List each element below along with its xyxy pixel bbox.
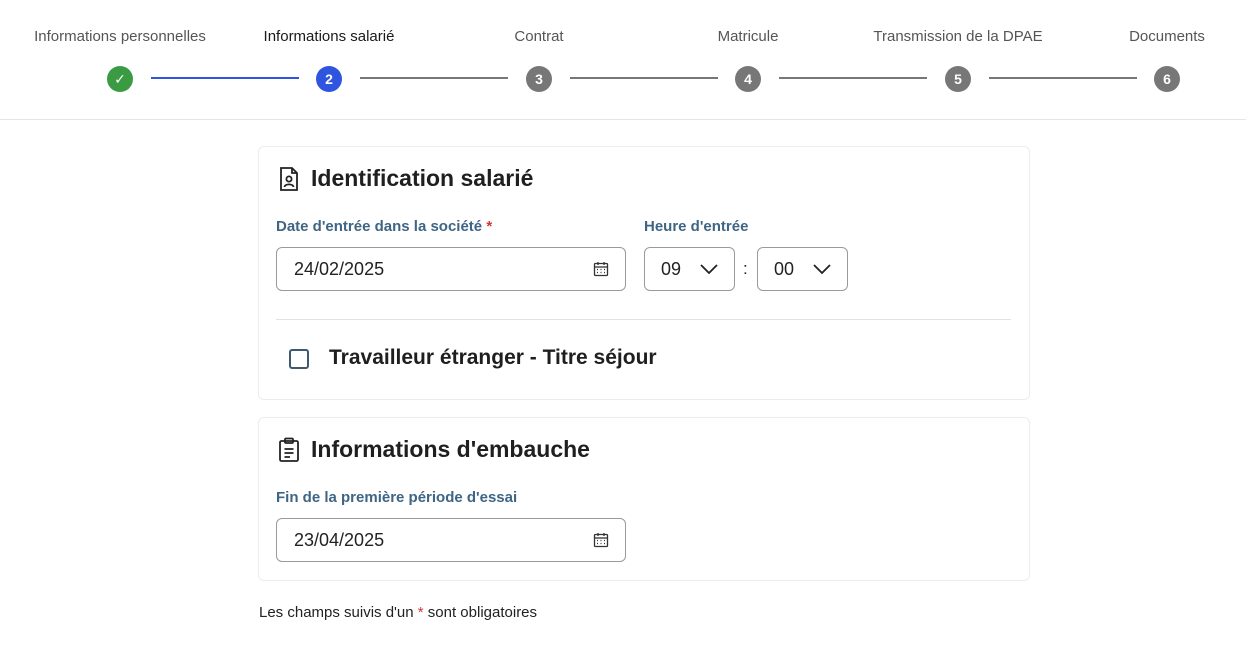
hour-value: 09 [661,258,682,279]
step-4-badge[interactable]: 4 [735,66,761,92]
identification-title-text: Identification salarié [311,165,534,191]
clipboard-icon [279,437,299,462]
entry-date-input[interactable]: 24/02/2025 [276,247,626,291]
entry-date-label-text: Date d'entrée dans la société [276,218,483,235]
embauche-title-text: Informations d'embauche [311,436,590,462]
embauche-title: Informations d'embauche [277,436,590,463]
entry-date-value: 24/02/2025 [294,258,385,279]
stepper: Informations personnelles Informations s… [0,0,1246,120]
step-label-informations-salarie[interactable]: Informations salarié [264,28,395,45]
id-badge-icon [280,166,298,191]
trial-end-date-input[interactable]: 23/04/2025 [276,518,626,562]
trial-end-label: Fin de la première période d'essai [276,489,518,506]
embauche-card: Informations d'embauche Fin de la premiè… [258,417,1030,581]
step-connector [779,77,927,79]
identification-title: Identification salarié [277,165,533,192]
hour-select[interactable]: 09 [644,247,735,291]
trial-end-value: 23/04/2025 [294,529,385,550]
step-connector [989,77,1137,79]
identification-card: Identification salarié Date d'entrée dan… [258,146,1030,400]
step-label-matricule[interactable]: Matricule [718,28,779,45]
step-2-badge[interactable]: 2 [316,66,342,92]
minute-value: 00 [774,258,795,279]
required-fields-note: Les champs suivis d'un * sont obligatoir… [259,604,537,621]
step-connector [570,77,718,79]
entry-date-label: Date d'entrée dans la société * [276,218,492,235]
step-label-documents[interactable]: Documents [1129,28,1205,45]
required-asterisk: * [486,218,493,235]
minute-select[interactable]: 00 [757,247,848,291]
step-label-contrat[interactable]: Contrat [514,28,563,45]
footnote-text-start: Les champs suivis d'un [259,604,418,621]
time-separator: : [743,259,748,278]
step-label-informations-personnelles[interactable]: Informations personnelles [34,28,206,45]
chevron-down-icon [700,264,718,274]
step-connector [360,77,508,79]
footnote-text-end: sont obligatoires [423,604,538,621]
step-3-badge[interactable]: 3 [526,66,552,92]
step-1-check-icon[interactable]: ✓ [107,66,133,92]
section-divider [276,319,1011,320]
entry-time-label: Heure d'entrée [644,218,749,235]
calendar-icon[interactable] [593,261,609,277]
chevron-down-icon [813,264,831,274]
step-6-badge[interactable]: 6 [1154,66,1180,92]
step-label-transmission-dpae[interactable]: Transmission de la DPAE [873,28,1042,45]
foreign-worker-checkbox[interactable] [289,349,309,369]
foreign-worker-label[interactable]: Travailleur étranger - Titre séjour [329,346,657,370]
step-connector [151,77,299,79]
step-5-badge[interactable]: 5 [945,66,971,92]
calendar-icon[interactable] [593,532,609,548]
